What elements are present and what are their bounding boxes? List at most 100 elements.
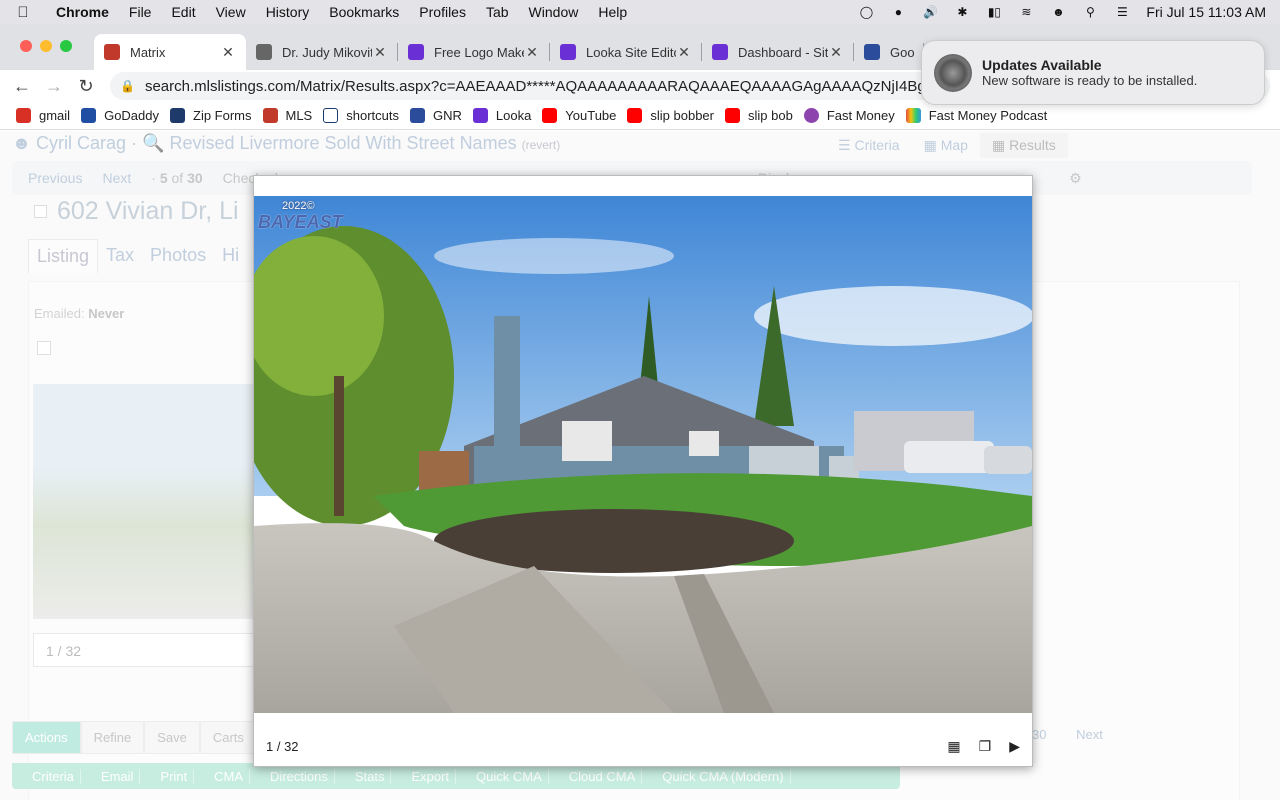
creative-cloud-icon[interactable]: ◯	[858, 5, 874, 19]
bookmarks-bar: gmail GoDaddy Zip Forms MLS shortcuts GN…	[0, 102, 1280, 130]
zoom-window-button[interactable]	[60, 40, 72, 52]
bluetooth-icon[interactable]: ✱	[954, 5, 970, 19]
listing-photo[interactable]	[254, 196, 1032, 713]
bookmark-label: GNR	[432, 108, 462, 123]
menu-view[interactable]: View	[206, 4, 256, 20]
bookmark-label: slip bob	[748, 108, 793, 123]
page-favicon-icon	[864, 44, 880, 60]
menu-app[interactable]: Chrome	[46, 4, 119, 20]
fullscreen-icon[interactable]: ❐	[979, 738, 992, 755]
reload-icon[interactable]: ↻	[70, 76, 102, 97]
podcast-icon	[803, 108, 819, 123]
url-text: search.mlslistings.com/Matrix/Results.as…	[144, 77, 969, 95]
bookmark-fast-money-podcast[interactable]: Fast Money Podcast	[904, 108, 1057, 123]
volume-icon[interactable]: 🔊	[922, 5, 938, 19]
godaddy-icon	[81, 108, 97, 123]
shortcuts-icon	[323, 108, 339, 123]
bookmark-godaddy[interactable]: GoDaddy	[79, 108, 168, 123]
menu-profiles[interactable]: Profiles	[409, 4, 476, 20]
window-controls	[20, 40, 72, 52]
macos-menubar:  Chrome File Edit View History Bookmark…	[0, 0, 1280, 24]
menu-history[interactable]: History	[256, 4, 320, 20]
bookmark-slip-bob[interactable]: slip bob	[723, 108, 802, 123]
menu-bookmarks[interactable]: Bookmarks	[319, 4, 409, 20]
bookmark-slip-bobber[interactable]: slip bobber	[625, 108, 723, 123]
looka-favicon-icon	[712, 44, 728, 60]
bookmark-zip-forms[interactable]: Zip Forms	[168, 108, 261, 123]
tab-title: Free Logo Maker	[434, 44, 524, 60]
bookmark-label: Fast Money Podcast	[928, 108, 1048, 123]
bookmark-gnr[interactable]: GNR	[408, 108, 471, 123]
lock-icon[interactable]: 🔒	[120, 79, 135, 93]
tab-good[interactable]: Good	[854, 34, 924, 70]
youtube-icon	[725, 108, 740, 123]
menu-edit[interactable]: Edit	[161, 4, 205, 20]
menubar-clock[interactable]: Fri Jul 15 11:03 AM	[1146, 4, 1266, 20]
nbc-icon	[905, 108, 921, 123]
menu-window[interactable]: Window	[519, 4, 589, 20]
bookmark-shortcuts[interactable]: shortcuts	[321, 108, 408, 123]
page-favicon-icon	[256, 44, 272, 60]
youtube-icon	[627, 108, 643, 123]
wifi-icon[interactable]: ≋	[1018, 5, 1034, 19]
watermark-year: 2022©	[282, 200, 315, 212]
tab-title: Looka Site Editor	[586, 44, 676, 60]
bookmark-label: Fast Money	[826, 108, 895, 123]
zip-forms-icon	[170, 108, 185, 123]
tab-looka-site-editor[interactable]: Looka Site Editor ✕	[550, 34, 702, 70]
bookmark-label: Looka	[495, 108, 532, 123]
bookmark-gmail[interactable]: gmail	[14, 108, 79, 123]
bookmark-label: shortcuts	[346, 108, 399, 123]
play-icon[interactable]: ▶	[1009, 738, 1020, 755]
house-photo	[254, 196, 1032, 713]
youtube-icon	[542, 108, 558, 123]
menu-file[interactable]: File	[119, 4, 162, 20]
tab-title: Matrix	[130, 44, 166, 60]
bookmark-label: gmail	[39, 108, 71, 123]
apple-icon[interactable]: 	[0, 4, 46, 21]
gmail-icon	[16, 108, 31, 123]
bookmark-label: YouTube	[565, 108, 617, 123]
user-icon[interactable]: ☻	[1050, 5, 1066, 19]
bookmark-looka[interactable]: Looka	[471, 108, 540, 123]
tab-free-logo-maker[interactable]: Free Logo Maker ✕	[398, 34, 550, 70]
tab-dashboard[interactable]: Dashboard - Site ✕	[702, 34, 854, 70]
vpn-icon[interactable]: ●	[890, 5, 906, 19]
bookmark-fast-money[interactable]: Fast Money	[802, 108, 904, 123]
tab-judy-mikovits[interactable]: Dr. Judy Mikovits ✕	[246, 34, 398, 70]
battery-icon[interactable]: ▮▯	[986, 5, 1002, 19]
spotlight-search-icon[interactable]: ⚲	[1082, 5, 1098, 19]
looka-icon	[472, 108, 488, 123]
menu-help[interactable]: Help	[588, 4, 637, 20]
looka-favicon-icon	[408, 44, 424, 60]
bookmark-mls[interactable]: MLS	[261, 108, 322, 123]
photo-viewer-modal: 2022© BAYEAST 1 / 32 ▦ ❐ ▶	[253, 175, 1033, 767]
bookmark-label: MLS	[285, 108, 313, 123]
close-tab-icon[interactable]: ✕	[676, 44, 692, 61]
close-tab-icon[interactable]: ✕	[828, 44, 844, 61]
close-tab-icon[interactable]: ✕	[524, 44, 540, 61]
close-tab-icon[interactable]: ✕	[372, 44, 388, 61]
notification-title: Updates Available	[982, 57, 1102, 73]
grid-icon[interactable]: ▦	[947, 738, 960, 755]
minimize-window-button[interactable]	[40, 40, 52, 52]
bayeast-watermark: 2022© BAYEAST	[258, 200, 343, 233]
photo-viewer-footer: 1 / 32 ▦ ❐ ▶	[254, 726, 1032, 766]
forward-arrow-icon[interactable]: →	[38, 76, 70, 97]
update-notification[interactable]: Updates Available New software is ready …	[921, 40, 1265, 105]
bookmark-label: GoDaddy	[104, 108, 159, 123]
mls-icon	[262, 108, 278, 123]
matrix-favicon-icon	[104, 44, 120, 60]
control-center-icon[interactable]: ☰	[1114, 5, 1130, 19]
bookmark-youtube[interactable]: YouTube	[540, 108, 625, 123]
close-tab-icon[interactable]: ✕	[220, 44, 236, 61]
system-preferences-icon	[934, 53, 972, 92]
menu-tab[interactable]: Tab	[476, 4, 519, 20]
gnr-icon	[409, 108, 425, 123]
back-arrow-icon[interactable]: ←	[6, 76, 38, 97]
photo-counter: 1 / 32	[266, 738, 299, 754]
notification-subtitle: New software is ready to be installed.	[982, 73, 1198, 88]
bookmark-label: Zip Forms	[193, 108, 252, 123]
tab-matrix[interactable]: Matrix ✕	[94, 34, 246, 70]
close-window-button[interactable]	[20, 40, 32, 52]
